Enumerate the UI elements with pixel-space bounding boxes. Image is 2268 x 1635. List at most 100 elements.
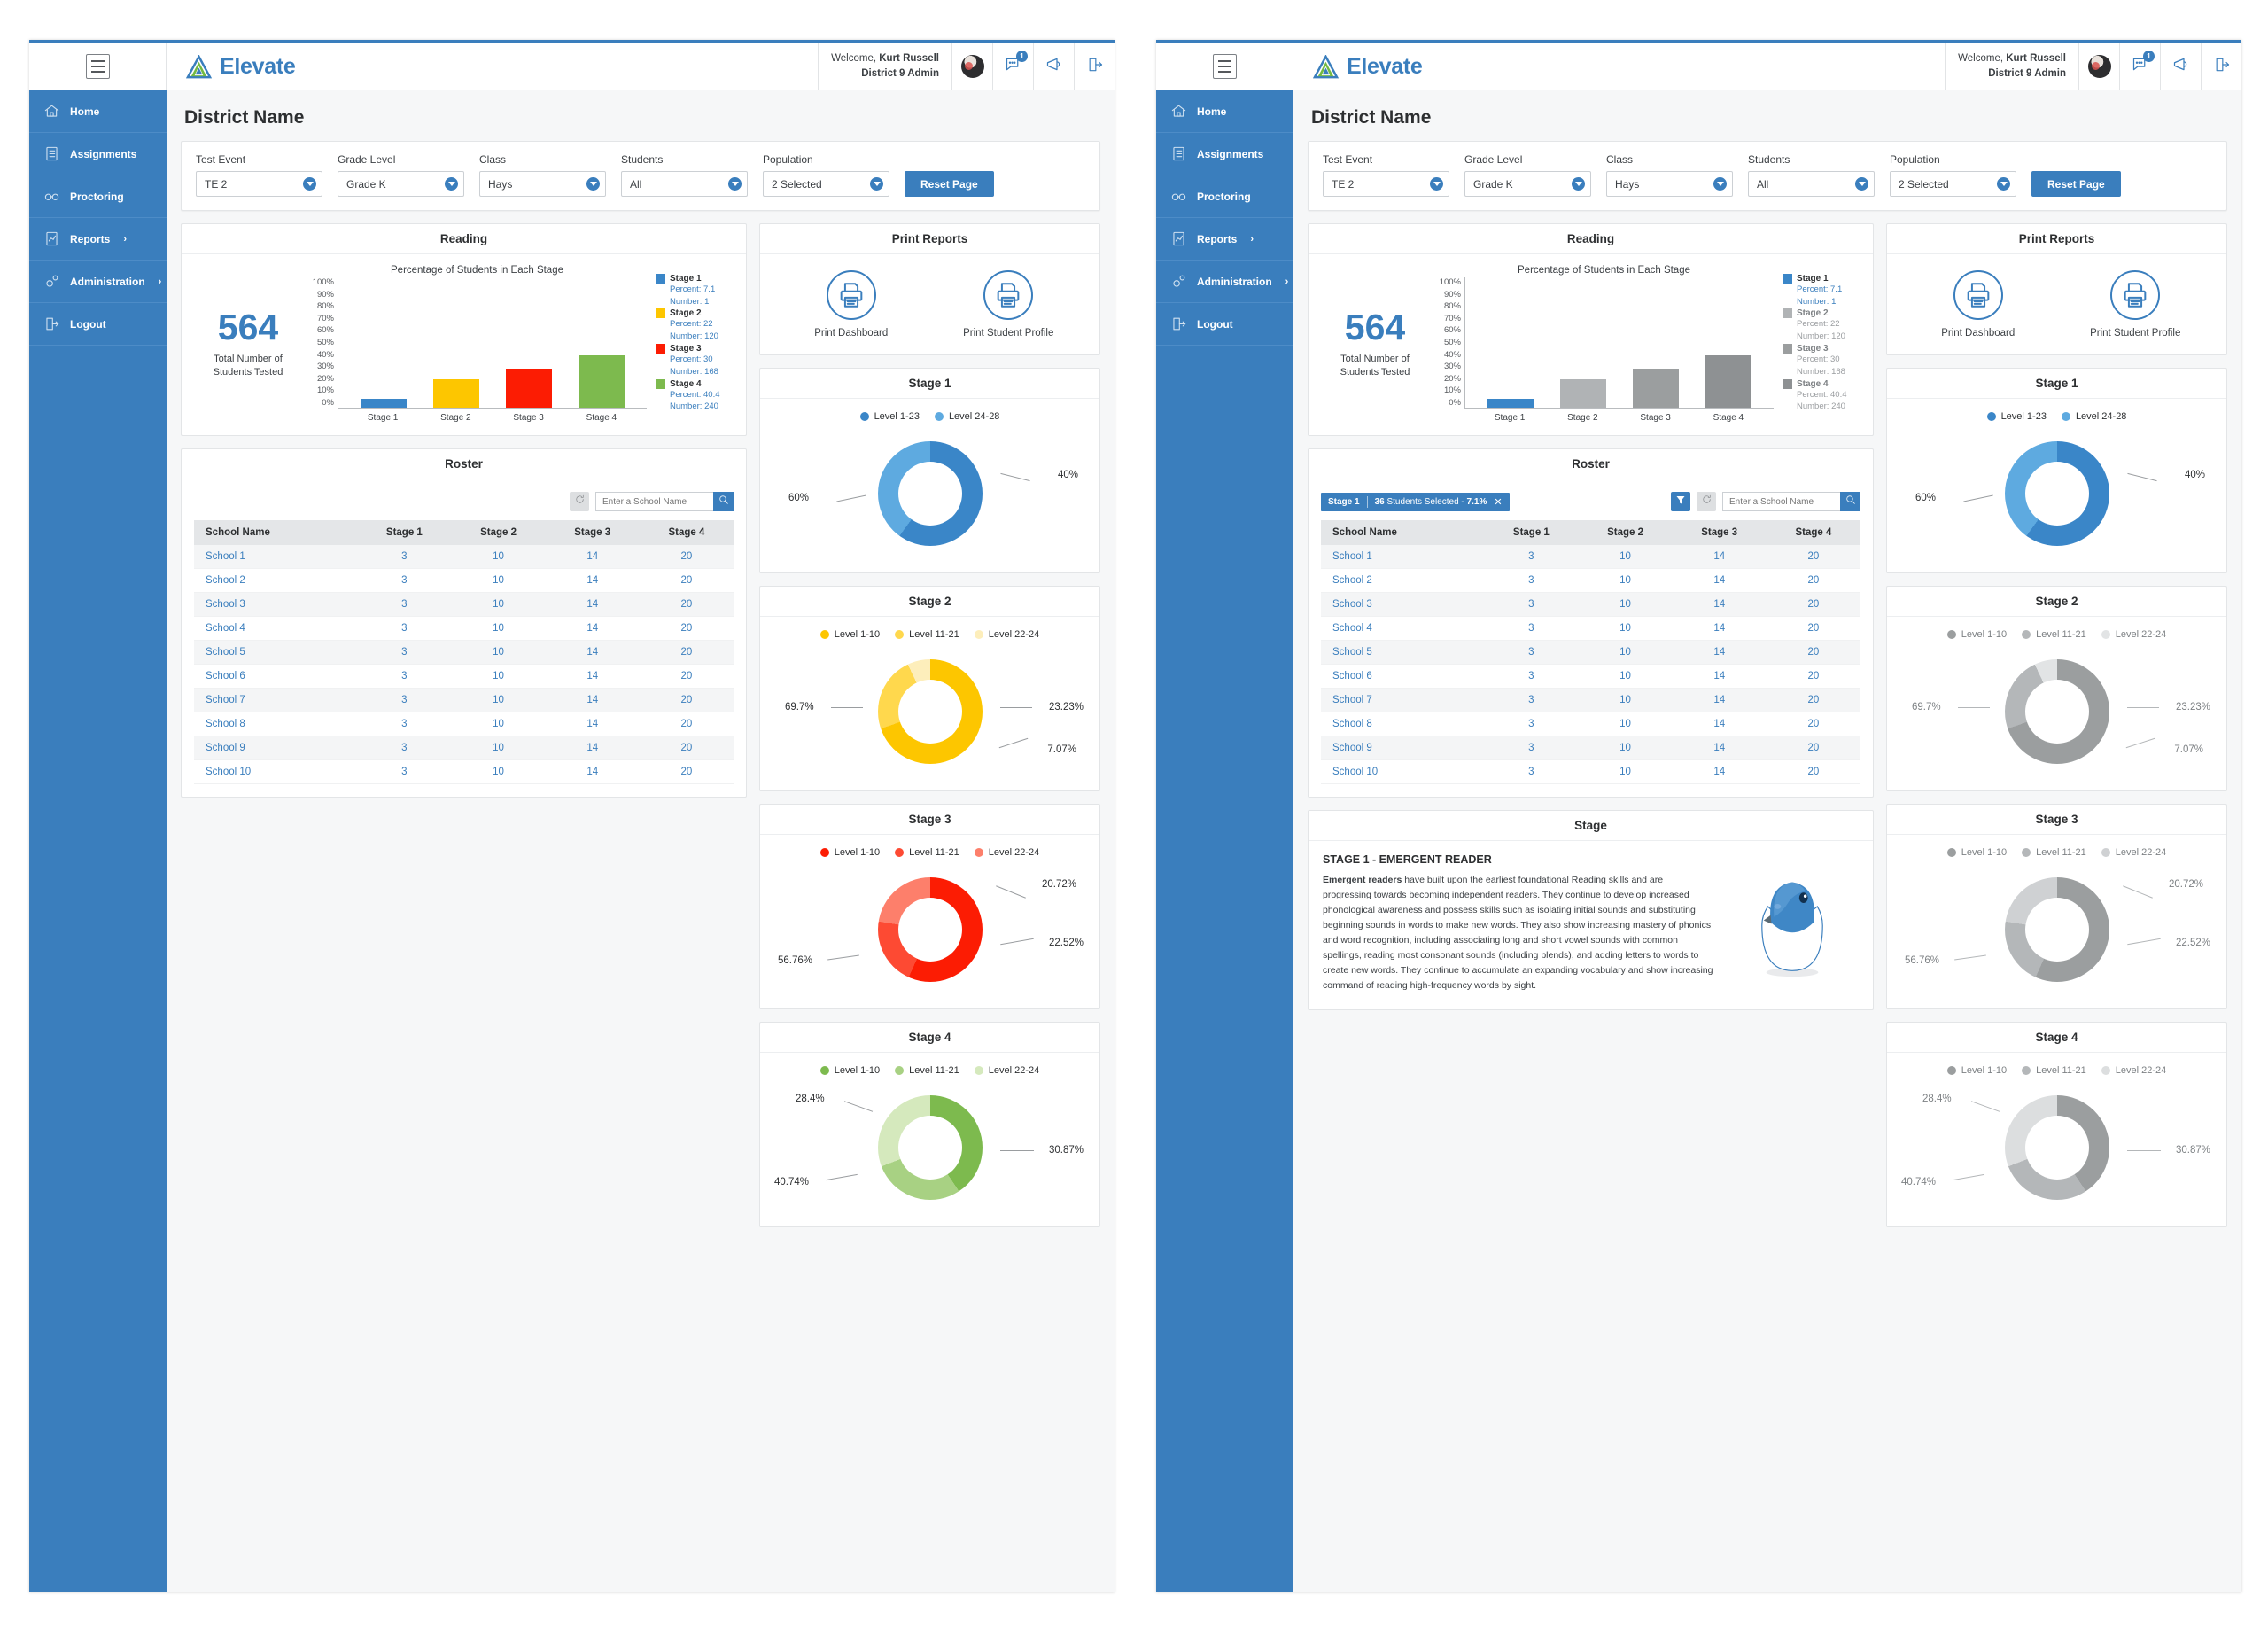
donut-legend-item[interactable]: Level 22-24 [974, 847, 1039, 858]
donut-legend-item[interactable]: Level 22-24 [2101, 629, 2166, 640]
search-button[interactable] [1840, 492, 1860, 511]
school-name-link[interactable]: School 6 [1321, 664, 1485, 689]
table-row[interactable]: School 9 3 10 14 20 [194, 736, 734, 760]
table-row[interactable]: School 2 3 10 14 20 [1321, 568, 1860, 593]
logout-button-right[interactable] [2201, 43, 2241, 90]
refresh-button[interactable] [570, 492, 589, 511]
filter-select-test-event[interactable]: TE 2 [1323, 171, 1449, 197]
brand-right[interactable]: Elevate [1293, 43, 1945, 90]
school-name-link[interactable]: School 8 [194, 712, 358, 736]
school-name-link[interactable]: School 4 [194, 616, 358, 641]
filter-select-test-event[interactable]: TE 2 [196, 171, 322, 197]
filter-select-students[interactable]: All [621, 171, 748, 197]
sidebar-item-logout[interactable]: Logout [1156, 303, 1293, 346]
school-name-link[interactable]: School 5 [1321, 640, 1485, 665]
close-icon[interactable]: ✕ [1494, 496, 1502, 508]
search-input[interactable] [1722, 492, 1840, 511]
sidebar-item-reports[interactable]: Reports › [1156, 218, 1293, 261]
school-name-link[interactable]: School 1 [194, 545, 358, 569]
table-row[interactable]: School 10 3 10 14 20 [1321, 759, 1860, 784]
print-dashboard-button[interactable]: Print Dashboard [785, 270, 918, 339]
table-row[interactable]: School 1 3 10 14 20 [1321, 545, 1860, 569]
table-row[interactable]: School 8 3 10 14 20 [1321, 712, 1860, 736]
print-student-profile-button[interactable]: Print Student Profile [942, 270, 1075, 339]
donut-legend-item[interactable]: Level 1-10 [1946, 847, 2007, 858]
donut-legend-item[interactable]: Level 1-23 [859, 411, 920, 422]
table-row[interactable]: School 4 3 10 14 20 [1321, 616, 1860, 641]
school-name-link[interactable]: School 9 [1321, 736, 1485, 760]
donut-legend-item[interactable]: Level 11-21 [895, 629, 959, 640]
sidebar-item-logout[interactable]: Logout [29, 303, 167, 346]
table-row[interactable]: School 9 3 10 14 20 [1321, 736, 1860, 760]
messages-button-left[interactable]: 1 [992, 43, 1033, 90]
table-row[interactable]: School 7 3 10 14 20 [1321, 688, 1860, 712]
donut-legend-item[interactable]: Level 22-24 [974, 629, 1039, 640]
sidebar-item-assignments[interactable]: Assignments [29, 133, 167, 175]
sidebar-item-proctoring[interactable]: Proctoring [29, 175, 167, 218]
donut-legend-item[interactable]: Level 11-21 [895, 1065, 959, 1076]
filter-select-grade-level[interactable]: Grade K [338, 171, 464, 197]
filter-select-class[interactable]: Hays [1606, 171, 1733, 197]
donut-legend-item[interactable]: Level 22-24 [2101, 847, 2166, 858]
donut-legend-item[interactable]: Level 1-10 [819, 1065, 880, 1076]
legend-item-stage-2[interactable]: Stage 2 Percent: 22 Number: 120 [1783, 308, 1860, 343]
legend-item-stage-2[interactable]: Stage 2 Percent: 22 Number: 120 [656, 308, 734, 343]
school-name-link[interactable]: School 7 [194, 688, 358, 712]
brand-left[interactable]: Elevate [167, 43, 818, 90]
stage-filter-chip[interactable]: Stage 1 36 Students Selected - 7.1% ✕ [1321, 492, 1510, 511]
donut-legend-item[interactable]: Level 22-24 [2101, 1065, 2166, 1076]
filter-select-grade-level[interactable]: Grade K [1464, 171, 1591, 197]
donut-legend-item[interactable]: Level 1-23 [1986, 411, 2047, 422]
search-button[interactable] [713, 492, 734, 511]
school-name-link[interactable]: School 1 [1321, 545, 1485, 569]
announcements-button-right[interactable] [2160, 43, 2201, 90]
donut-legend-item[interactable]: Level 1-10 [1946, 1065, 2007, 1076]
legend-item-stage-1[interactable]: Stage 1 Percent: 7.1 Number: 1 [1783, 273, 1860, 308]
table-row[interactable]: School 6 3 10 14 20 [1321, 664, 1860, 689]
legend-item-stage-1[interactable]: Stage 1 Percent: 7.1 Number: 1 [656, 273, 734, 308]
filter-select-population[interactable]: 2 Selected [1890, 171, 2016, 197]
donut-legend-item[interactable]: Level 1-10 [819, 847, 880, 858]
school-name-link[interactable]: School 8 [1321, 712, 1485, 736]
filter-select-students[interactable]: All [1748, 171, 1875, 197]
table-row[interactable]: School 1 3 10 14 20 [194, 545, 734, 569]
print-student-profile-button[interactable]: Print Student Profile [2069, 270, 2202, 339]
school-name-link[interactable]: School 7 [1321, 688, 1485, 712]
menu-toggle-right[interactable] [1156, 43, 1293, 90]
table-row[interactable]: School 5 3 10 14 20 [194, 640, 734, 665]
donut-legend-item[interactable]: Level 11-21 [895, 847, 959, 858]
donut-legend-item[interactable]: Level 11-21 [2022, 1065, 2086, 1076]
reset-page-button[interactable]: Reset Page [2031, 171, 2121, 197]
school-name-link[interactable]: School 5 [194, 640, 358, 665]
print-dashboard-button[interactable]: Print Dashboard [1912, 270, 2045, 339]
table-row[interactable]: School 8 3 10 14 20 [194, 712, 734, 736]
donut-legend-item[interactable]: Level 22-24 [974, 1065, 1039, 1076]
school-name-link[interactable]: School 3 [1321, 592, 1485, 617]
filter-button[interactable] [1671, 492, 1690, 511]
search-input[interactable] [595, 492, 713, 511]
avatar-cell-left[interactable] [951, 43, 992, 90]
announcements-button-left[interactable] [1033, 43, 1074, 90]
table-row[interactable]: School 7 3 10 14 20 [194, 688, 734, 712]
legend-item-stage-4[interactable]: Stage 4 Percent: 40.4 Number: 240 [1783, 378, 1860, 414]
table-row[interactable]: School 3 3 10 14 20 [1321, 592, 1860, 617]
legend-item-stage-3[interactable]: Stage 3 Percent: 30 Number: 168 [656, 344, 734, 378]
table-row[interactable]: School 10 3 10 14 20 [194, 759, 734, 784]
sidebar-item-assignments[interactable]: Assignments [1156, 133, 1293, 175]
logout-button-left[interactable] [1074, 43, 1115, 90]
school-name-link[interactable]: School 2 [1321, 568, 1485, 593]
avatar-cell-right[interactable] [2078, 43, 2119, 90]
sidebar-item-proctoring[interactable]: Proctoring [1156, 175, 1293, 218]
filter-select-class[interactable]: Hays [479, 171, 606, 197]
school-name-link[interactable]: School 2 [194, 568, 358, 593]
school-name-link[interactable]: School 6 [194, 664, 358, 689]
sidebar-item-home[interactable]: Home [29, 90, 167, 133]
donut-legend-item[interactable]: Level 11-21 [2022, 629, 2086, 640]
reset-page-button[interactable]: Reset Page [905, 171, 994, 197]
legend-item-stage-4[interactable]: Stage 4 Percent: 40.4 Number: 240 [656, 378, 734, 414]
sidebar-item-home[interactable]: Home [1156, 90, 1293, 133]
school-name-link[interactable]: School 9 [194, 736, 358, 760]
table-row[interactable]: School 6 3 10 14 20 [194, 664, 734, 689]
menu-toggle-left[interactable] [29, 43, 167, 90]
legend-item-stage-3[interactable]: Stage 3 Percent: 30 Number: 168 [1783, 344, 1860, 378]
